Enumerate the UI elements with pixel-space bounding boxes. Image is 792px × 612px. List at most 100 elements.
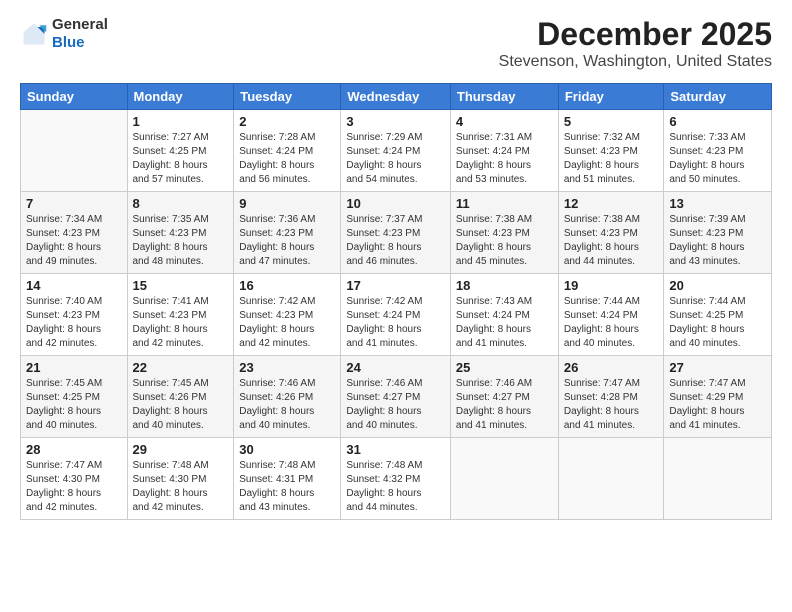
calendar-week-row: 14 Sunrise: 7:40 AM Sunset: 4:23 PM Dayli… (21, 274, 772, 356)
day-number: 14 (26, 278, 122, 293)
calendar-header-friday: Friday (558, 84, 664, 110)
calendar-cell: 7 Sunrise: 7:34 AM Sunset: 4:23 PM Daylig… (21, 192, 128, 274)
calendar-cell (664, 438, 772, 520)
calendar-week-row: 21 Sunrise: 7:45 AM Sunset: 4:25 PM Dayli… (21, 356, 772, 438)
title-section: December 2025 Stevenson, Washington, Uni… (499, 16, 772, 71)
day-number: 1 (133, 114, 229, 129)
day-info: Sunrise: 7:34 AM Sunset: 4:23 PM Dayligh… (26, 213, 122, 269)
calendar-cell: 19 Sunrise: 7:44 AM Sunset: 4:24 PM Dayli… (558, 274, 664, 356)
day-number: 2 (239, 114, 335, 129)
day-number: 22 (133, 360, 229, 375)
day-number: 11 (456, 196, 553, 211)
day-info: Sunrise: 7:31 AM Sunset: 4:24 PM Dayligh… (456, 131, 553, 187)
location: Stevenson, Washington, United States (499, 53, 772, 71)
page: General Blue December 2025 Stevenson, Wa… (0, 0, 792, 612)
calendar-cell: 27 Sunrise: 7:47 AM Sunset: 4:29 PM Dayli… (664, 356, 772, 438)
day-number: 25 (456, 360, 553, 375)
calendar-cell: 22 Sunrise: 7:45 AM Sunset: 4:26 PM Dayli… (127, 356, 234, 438)
day-number: 10 (346, 196, 445, 211)
day-info: Sunrise: 7:43 AM Sunset: 4:24 PM Dayligh… (456, 295, 553, 351)
day-info: Sunrise: 7:38 AM Sunset: 4:23 PM Dayligh… (564, 213, 659, 269)
day-info: Sunrise: 7:38 AM Sunset: 4:23 PM Dayligh… (456, 213, 553, 269)
calendar-header-sunday: Sunday (21, 84, 128, 110)
day-info: Sunrise: 7:45 AM Sunset: 4:25 PM Dayligh… (26, 377, 122, 433)
day-number: 30 (239, 442, 335, 457)
day-number: 5 (564, 114, 659, 129)
calendar-cell (21, 110, 128, 192)
calendar-cell (558, 438, 664, 520)
calendar-cell: 26Sunrise: 7:47 AM Sunset: 4:28 PM Dayli… (558, 356, 664, 438)
calendar-cell: 1 Sunrise: 7:27 AM Sunset: 4:25 PM Daylig… (127, 110, 234, 192)
day-info: Sunrise: 7:35 AM Sunset: 4:23 PM Dayligh… (133, 213, 229, 269)
day-info: Sunrise: 7:48 AM Sunset: 4:30 PM Dayligh… (133, 459, 229, 515)
calendar: SundayMondayTuesdayWednesdayThursdayFrid… (20, 83, 772, 520)
day-info: Sunrise: 7:27 AM Sunset: 4:25 PM Dayligh… (133, 131, 229, 187)
month-title: December 2025 (499, 16, 772, 53)
logo: General Blue (20, 16, 108, 52)
day-info: Sunrise: 7:32 AM Sunset: 4:23 PM Dayligh… (564, 131, 659, 187)
day-info: Sunrise: 7:40 AM Sunset: 4:23 PM Dayligh… (26, 295, 122, 351)
logo-icon (20, 20, 48, 48)
day-info: Sunrise: 7:47 AM Sunset: 4:28 PM Dayligh… (564, 377, 659, 433)
day-number: 29 (133, 442, 229, 457)
day-number: 7 (26, 196, 122, 211)
calendar-cell (450, 438, 558, 520)
calendar-header-tuesday: Tuesday (234, 84, 341, 110)
calendar-cell: 17Sunrise: 7:42 AM Sunset: 4:24 PM Dayli… (341, 274, 451, 356)
logo-general: General (52, 16, 108, 33)
day-number: 13 (669, 196, 766, 211)
day-number: 4 (456, 114, 553, 129)
header: General Blue December 2025 Stevenson, Wa… (20, 16, 772, 71)
calendar-cell: 24 Sunrise: 7:46 AM Sunset: 4:27 PM Dayli… (341, 356, 451, 438)
day-info: Sunrise: 7:44 AM Sunset: 4:24 PM Dayligh… (564, 295, 659, 351)
day-number: 27 (669, 360, 766, 375)
day-info: Sunrise: 7:37 AM Sunset: 4:23 PM Dayligh… (346, 213, 445, 269)
calendar-cell: 29 Sunrise: 7:48 AM Sunset: 4:30 PM Dayli… (127, 438, 234, 520)
day-number: 3 (346, 114, 445, 129)
day-info: Sunrise: 7:29 AM Sunset: 4:24 PM Dayligh… (346, 131, 445, 187)
logo-text: General Blue (52, 16, 108, 52)
day-info: Sunrise: 7:48 AM Sunset: 4:32 PM Dayligh… (346, 459, 445, 515)
day-number: 20 (669, 278, 766, 293)
day-info: Sunrise: 7:45 AM Sunset: 4:26 PM Dayligh… (133, 377, 229, 433)
day-info: Sunrise: 7:36 AM Sunset: 4:23 PM Dayligh… (239, 213, 335, 269)
day-number: 21 (26, 360, 122, 375)
calendar-cell: 23Sunrise: 7:46 AM Sunset: 4:26 PM Dayli… (234, 356, 341, 438)
day-number: 17 (346, 278, 445, 293)
calendar-cell: 31 Sunrise: 7:48 AM Sunset: 4:32 PM Dayli… (341, 438, 451, 520)
calendar-cell: 8 Sunrise: 7:35 AM Sunset: 4:23 PM Daylig… (127, 192, 234, 274)
calendar-header-wednesday: Wednesday (341, 84, 451, 110)
day-number: 19 (564, 278, 659, 293)
day-number: 12 (564, 196, 659, 211)
day-info: Sunrise: 7:46 AM Sunset: 4:27 PM Dayligh… (456, 377, 553, 433)
day-number: 18 (456, 278, 553, 293)
day-number: 28 (26, 442, 122, 457)
calendar-cell: 9 Sunrise: 7:36 AM Sunset: 4:23 PM Daylig… (234, 192, 341, 274)
day-info: Sunrise: 7:47 AM Sunset: 4:29 PM Dayligh… (669, 377, 766, 433)
day-info: Sunrise: 7:48 AM Sunset: 4:31 PM Dayligh… (239, 459, 335, 515)
calendar-cell: 3 Sunrise: 7:29 AM Sunset: 4:24 PM Daylig… (341, 110, 451, 192)
day-info: Sunrise: 7:44 AM Sunset: 4:25 PM Dayligh… (669, 295, 766, 351)
day-info: Sunrise: 7:33 AM Sunset: 4:23 PM Dayligh… (669, 131, 766, 187)
day-info: Sunrise: 7:46 AM Sunset: 4:27 PM Dayligh… (346, 377, 445, 433)
calendar-cell: 4 Sunrise: 7:31 AM Sunset: 4:24 PM Daylig… (450, 110, 558, 192)
calendar-cell: 25 Sunrise: 7:46 AM Sunset: 4:27 PM Dayli… (450, 356, 558, 438)
calendar-cell: 16 Sunrise: 7:42 AM Sunset: 4:23 PM Dayli… (234, 274, 341, 356)
calendar-cell: 5 Sunrise: 7:32 AM Sunset: 4:23 PM Daylig… (558, 110, 664, 192)
day-number: 23 (239, 360, 335, 375)
logo-blue: Blue (52, 34, 85, 51)
calendar-cell: 15Sunrise: 7:41 AM Sunset: 4:23 PM Dayli… (127, 274, 234, 356)
calendar-header-monday: Monday (127, 84, 234, 110)
day-info: Sunrise: 7:47 AM Sunset: 4:30 PM Dayligh… (26, 459, 122, 515)
day-number: 24 (346, 360, 445, 375)
day-info: Sunrise: 7:41 AM Sunset: 4:23 PM Dayligh… (133, 295, 229, 351)
day-number: 9 (239, 196, 335, 211)
day-number: 8 (133, 196, 229, 211)
day-number: 31 (346, 442, 445, 457)
day-number: 16 (239, 278, 335, 293)
calendar-header-saturday: Saturday (664, 84, 772, 110)
day-info: Sunrise: 7:42 AM Sunset: 4:23 PM Dayligh… (239, 295, 335, 351)
calendar-week-row: 1 Sunrise: 7:27 AM Sunset: 4:25 PM Daylig… (21, 110, 772, 192)
calendar-header-row: SundayMondayTuesdayWednesdayThursdayFrid… (21, 84, 772, 110)
calendar-cell: 28 Sunrise: 7:47 AM Sunset: 4:30 PM Dayli… (21, 438, 128, 520)
